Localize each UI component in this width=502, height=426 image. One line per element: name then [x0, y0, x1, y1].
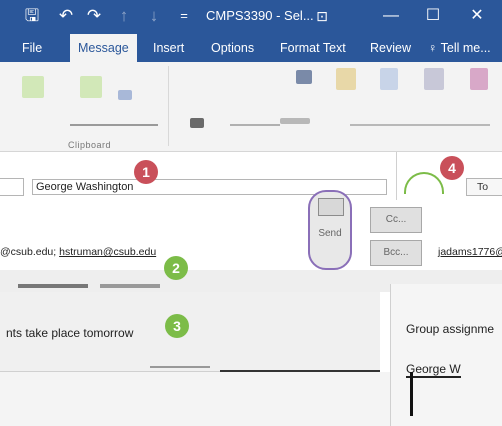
ribbon-divider [350, 124, 490, 126]
redo-icon[interactable]: ↷ [84, 4, 104, 28]
up-arrow-icon[interactable]: ↑ [114, 4, 134, 28]
preview-subject: Group assignme [406, 322, 495, 336]
lightbulb-icon: ♀ [428, 41, 438, 55]
recipient-prefix: @csub.edu; [0, 246, 60, 258]
ribbon-divider [70, 124, 158, 126]
send-button[interactable]: Send [308, 190, 352, 270]
to-recipients[interactable]: @csub.edu; hstruman@csub.edu [0, 246, 156, 258]
text-format-icon[interactable] [336, 68, 356, 90]
bcc-button[interactable]: Bcc... [370, 240, 422, 266]
undo-icon[interactable]: ↶ [56, 4, 76, 28]
tab-insert[interactable]: Insert [145, 34, 192, 62]
preview-sender: George W [406, 362, 461, 376]
tab-options[interactable]: Options [203, 34, 262, 62]
send-envelope-icon [318, 198, 344, 216]
send-label: Send [318, 228, 342, 239]
maximize-button[interactable]: ☐ [418, 3, 448, 29]
recipient-link[interactable]: hstruman@csub.edu [59, 246, 156, 258]
customize-qat-icon[interactable]: = [174, 4, 194, 28]
signature-icon[interactable] [424, 68, 444, 90]
tab-tell-me[interactable]: ♀ Tell me... [420, 34, 499, 62]
reading-pane: Group assignme George W [390, 284, 502, 426]
from-field-edge[interactable] [0, 178, 24, 196]
close-button[interactable]: ✕ [462, 3, 492, 29]
subject-field[interactable]: nts take place tomorrow [0, 292, 380, 372]
link-icon[interactable] [296, 70, 312, 84]
people-icon[interactable] [80, 76, 102, 98]
text-cursor [410, 372, 413, 416]
callout-badge-4: 4 [440, 156, 464, 180]
ribbon-display-icon[interactable]: ⊡ [312, 4, 332, 28]
title-bar: 🖫 ↶ ↷ ↑ ↓ = CMPS3390 - Sel... ⊡ — ☐ ✕ [0, 0, 502, 34]
preview-underline [406, 376, 461, 378]
down-arrow-icon[interactable]: ↓ [144, 4, 164, 28]
paintbrush-icon[interactable] [190, 118, 204, 128]
tab-review[interactable]: Review [362, 34, 419, 62]
render-artifact [18, 284, 88, 288]
bottom-strip [0, 372, 390, 426]
ribbon-divider [230, 124, 280, 126]
tab-format-text[interactable]: Format Text [272, 34, 354, 62]
to-button[interactable]: To [466, 178, 502, 196]
render-artifact [150, 366, 210, 368]
tell-me-label: Tell me... [440, 41, 491, 55]
tab-file[interactable]: File [14, 34, 50, 62]
font-size-icon [280, 118, 310, 124]
cc-button[interactable]: Cc... [370, 207, 422, 233]
callout-badge-1: 1 [134, 160, 158, 184]
clipboard-group-label: Clipboard [68, 140, 112, 150]
ribbon-tabs: File Message Insert Options Format Text … [0, 34, 502, 62]
right-recipient[interactable]: jadams1776@ [438, 246, 502, 258]
render-artifact [100, 284, 160, 288]
ribbon-body: Clipboard [0, 62, 502, 152]
callout-badge-2: 2 [164, 256, 188, 280]
attach-icon[interactable] [380, 68, 398, 90]
save-icon[interactable]: 🖫 [22, 4, 42, 28]
format-icon[interactable] [118, 90, 132, 100]
ribbon-separator [168, 66, 169, 146]
callout-badge-3: 3 [165, 314, 189, 338]
flag-icon[interactable] [470, 68, 488, 90]
minimize-button[interactable]: — [376, 3, 406, 29]
tab-message[interactable]: Message [70, 34, 137, 62]
paste-icon[interactable] [22, 76, 44, 98]
window-title: CMPS3390 - Sel... [206, 8, 314, 23]
subject-text: nts take place tomorrow [6, 326, 134, 340]
